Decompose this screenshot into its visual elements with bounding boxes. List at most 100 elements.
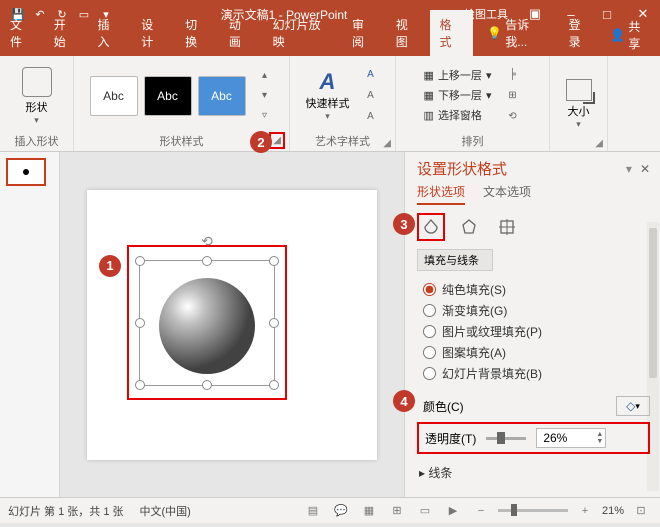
pane-close-button[interactable]: ✕ (640, 162, 650, 176)
fill-line-tab-icon[interactable] (417, 213, 445, 241)
spin-up-icon[interactable]: ▲ (596, 431, 603, 438)
shapes-button[interactable]: 形状 ▾ (22, 65, 52, 126)
slide[interactable]: 1 ⟲ (87, 190, 377, 460)
zoom-slider[interactable] (498, 509, 568, 512)
tab-insert[interactable]: 插入 (88, 10, 132, 56)
comments-button[interactable]: 💬 (330, 502, 352, 520)
gallery-down-icon[interactable]: ▾ (256, 87, 274, 105)
pane-tab-text[interactable]: 文本选项 (483, 183, 531, 205)
scrollbar-thumb[interactable] (649, 228, 657, 378)
shape-selection-frame[interactable]: ⟲ (139, 260, 275, 386)
transparency-slider[interactable] (486, 437, 526, 440)
normal-view-icon[interactable]: ▦ (358, 502, 380, 520)
radio-gradient-fill[interactable]: 渐变填充(G) (423, 302, 650, 319)
share-button[interactable]: 👤共享 (602, 14, 660, 56)
tab-file[interactable]: 文件 (0, 10, 44, 56)
size-launcher[interactable]: ◢ (595, 138, 603, 149)
resize-handle[interactable] (269, 380, 279, 390)
tab-format[interactable]: 格式 (430, 10, 474, 56)
tab-view[interactable]: 视图 (386, 10, 430, 56)
bulb-icon: 💡 (487, 26, 502, 40)
radio-input[interactable] (423, 367, 436, 380)
tell-me[interactable]: 💡告诉我... (479, 10, 558, 56)
wordart-launcher[interactable]: ◢ (383, 138, 391, 149)
spin-down-icon[interactable]: ▼ (596, 438, 603, 445)
pane-title: 设置形状格式 (417, 158, 507, 179)
line-section[interactable]: ▸ 线条 (417, 464, 650, 481)
radio-solid-fill[interactable]: 纯色填充(S) (423, 281, 650, 298)
spinner[interactable]: ▲▼ (596, 431, 603, 445)
tab-animations[interactable]: 动画 (219, 10, 263, 56)
effects-tab-icon[interactable] (455, 213, 483, 241)
quick-styles-button[interactable]: A 快速样式 ▾ (306, 69, 350, 122)
pane-tab-shape[interactable]: 形状选项 (417, 183, 465, 205)
radio-input[interactable] (423, 283, 436, 296)
thumb-content-icon (23, 169, 29, 175)
gallery-more-icon[interactable]: ▿ (256, 107, 274, 125)
chevron-down-icon[interactable]: ▾ (486, 66, 492, 86)
radio-input[interactable] (423, 325, 436, 338)
ribbon: 形状 ▾ 插入形状 Abc Abc Abc ▴ ▾ ▿ 形状样式 ◢ 2 (0, 56, 660, 152)
slide-thumbnails: 1 (0, 152, 60, 497)
style-swatch-1[interactable]: Abc (90, 76, 138, 116)
resize-handle[interactable] (269, 256, 279, 266)
notes-button[interactable]: ▤ (302, 502, 324, 520)
sorter-view-icon[interactable]: ⊞ (386, 502, 408, 520)
fill-options: 纯色填充(S) 渐变填充(G) 图片或纹理填充(P) 图案填充(A) 幻灯片背景… (417, 277, 650, 386)
resize-handle[interactable] (135, 318, 145, 328)
tab-design[interactable]: 设计 (131, 10, 175, 56)
resize-handle[interactable] (269, 318, 279, 328)
resize-handle[interactable] (135, 256, 145, 266)
thumbnail-1[interactable] (6, 158, 46, 186)
radio-pattern-fill[interactable]: 图案填充(A) (423, 344, 650, 361)
style-swatch-2[interactable]: Abc (144, 76, 192, 116)
radio-picture-fill[interactable]: 图片或纹理填充(P) (423, 323, 650, 340)
send-backward-button[interactable]: ▦下移一层 ▾ (424, 86, 492, 106)
size-button[interactable]: 大小 ▾ (566, 77, 592, 130)
tab-home[interactable]: 开始 (44, 10, 88, 56)
send-backward-icon: ▦ (424, 86, 434, 106)
resize-handle[interactable] (202, 380, 212, 390)
radio-input[interactable] (423, 346, 436, 359)
rotate-icon[interactable]: ⟲ (503, 108, 521, 126)
tab-transitions[interactable]: 切换 (175, 10, 219, 56)
group-size: 大小 ▾ ◢ (550, 56, 608, 151)
zoom-out-button[interactable]: − (470, 502, 492, 520)
size-props-tab-icon[interactable] (493, 213, 521, 241)
bring-forward-button[interactable]: ▦上移一层 ▾ (424, 66, 492, 86)
zoom-level[interactable]: 21% (602, 505, 624, 517)
text-fill-icon[interactable]: A (362, 66, 380, 84)
reading-view-icon[interactable]: ▭ (414, 502, 436, 520)
pane-dropdown-icon[interactable]: ▾ (626, 162, 632, 176)
chevron-down-icon: ▾ (566, 119, 592, 130)
selection-pane-button[interactable]: ▥选择窗格 (424, 106, 492, 126)
transparency-label: 透明度(T) (425, 430, 476, 447)
align-icon[interactable]: ╞ (503, 66, 521, 84)
size-icon (566, 79, 592, 101)
gallery-up-icon[interactable]: ▴ (256, 67, 274, 85)
signin-link[interactable]: 登录 (559, 10, 603, 56)
rotation-handle-icon[interactable]: ⟲ (201, 233, 213, 250)
text-effects-icon[interactable]: A (362, 108, 380, 126)
radio-slide-bg-fill[interactable]: 幻灯片背景填充(B) (423, 365, 650, 382)
slide-canvas-area[interactable]: 1 ⟲ (60, 152, 404, 497)
color-picker-button[interactable]: ◇▾ (616, 396, 650, 416)
radio-input[interactable] (423, 304, 436, 317)
resize-handle[interactable] (202, 256, 212, 266)
slideshow-view-icon[interactable]: ▶ (442, 502, 464, 520)
style-swatch-3[interactable]: Abc (198, 76, 246, 116)
group-icon[interactable]: ⊞ (503, 87, 521, 105)
chevron-down-icon: ▾ (306, 111, 350, 122)
resize-handle[interactable] (135, 380, 145, 390)
tab-review[interactable]: 审阅 (342, 10, 386, 56)
fill-line-header[interactable]: 填充与线条 (417, 249, 493, 271)
fit-to-window-icon[interactable]: ⊡ (630, 502, 652, 520)
marker-2: 2 (250, 131, 272, 153)
text-outline-icon[interactable]: A (362, 87, 380, 105)
chevron-down-icon[interactable]: ▾ (486, 86, 492, 106)
lang-indicator[interactable]: 中文(中国) (140, 503, 191, 519)
zoom-in-button[interactable]: + (574, 502, 596, 520)
transparency-input[interactable]: 26% ▲▼ (536, 428, 606, 448)
style-gallery[interactable]: Abc Abc Abc (90, 76, 246, 116)
tab-slideshow[interactable]: 幻灯片放映 (263, 10, 342, 56)
